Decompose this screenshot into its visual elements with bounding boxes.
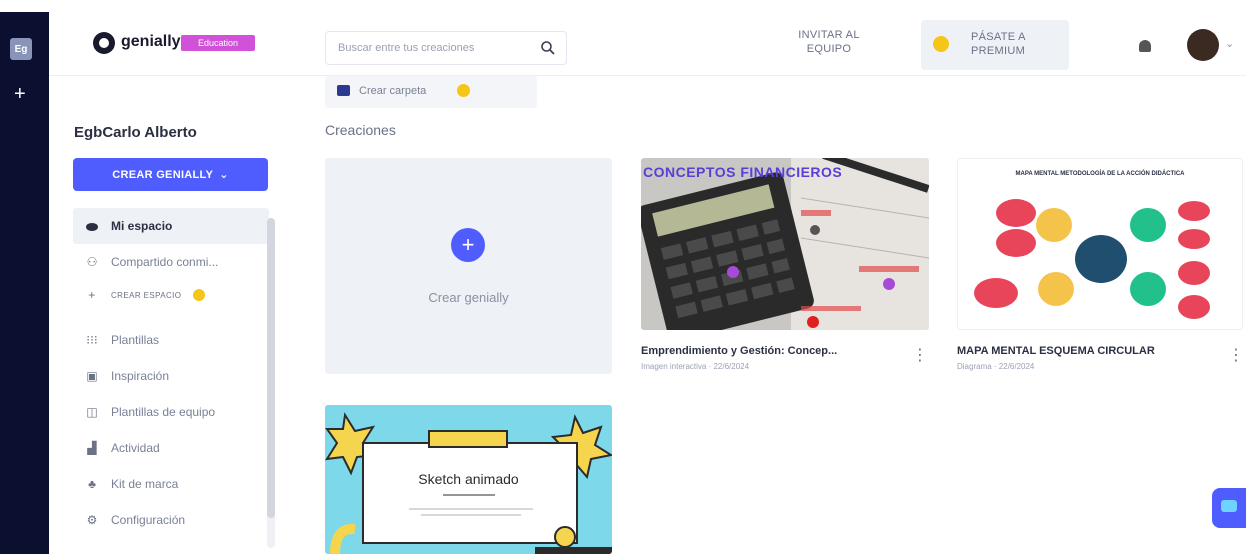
chart-icon: ▟ [87, 441, 97, 455]
invite-team-button[interactable]: INVITAR AL EQUIPO [784, 28, 874, 56]
sidebar-item-label: Configuración [111, 513, 186, 527]
sidebar-item-crear-espacio[interactable]: + CREAR ESPACIO [73, 280, 269, 310]
sidebar-item-actividad[interactable]: ▟ Actividad [73, 430, 269, 466]
invite-line2: EQUIPO [806, 43, 852, 55]
create-folder-label: Crear carpeta [359, 85, 427, 97]
plus-icon: + [451, 228, 485, 262]
creation-title[interactable]: Emprendimiento y Gestión: Concep... [641, 345, 901, 357]
more-options-icon[interactable]: ⋮ [1228, 348, 1244, 364]
create-genially-label: CREAR GENIALLY [112, 168, 214, 181]
brand-kit-icon: ♣ [88, 477, 96, 491]
sidebar-item-mi-espacio[interactable]: Mi espacio [73, 208, 269, 244]
search-input[interactable]: Buscar entre tus creaciones [325, 31, 567, 65]
creation-subtitle: Imagen interactiva · 22/6/2024 [641, 362, 750, 371]
star-icon [933, 36, 949, 52]
team-templates-icon: ◫ [86, 405, 98, 419]
sidebar-item-configuracion[interactable]: ⚙ Configuración [73, 502, 269, 538]
genially-logo-icon[interactable] [93, 32, 115, 54]
thumbnail-heading: CONCEPTOS FINANCIEROS [643, 164, 843, 180]
sidebar-item-label: CREAR ESPACIO [111, 290, 182, 300]
go-premium-button[interactable]: PÁSATE A PREMIUM [921, 20, 1069, 70]
add-workspace-icon[interactable]: + [14, 84, 26, 104]
plus-icon: + [88, 288, 96, 302]
sidebar-scroll-thumb[interactable] [267, 218, 275, 518]
sidebar-item-plantillas[interactable]: ⁝⁝⁝ Plantillas [73, 322, 269, 358]
premium-line1: PÁSATE A [971, 31, 1026, 43]
create-genially-button[interactable]: CREAR GENIALLY ⌄ [73, 158, 268, 191]
notification-bell-icon[interactable] [1139, 40, 1151, 52]
thumbnail-heading: MAPA MENTAL METODOLOGÍA DE LA ACCIÓN DID… [1015, 171, 1185, 177]
top-bar: genially Education Buscar entre tus crea… [49, 12, 1246, 76]
section-title: Creaciones [325, 122, 396, 138]
gear-icon: ⚙ [86, 513, 98, 527]
sidebar-item-kit-marca[interactable]: ♣ Kit de marca [73, 466, 269, 502]
user-name: EgbCarlo Alberto [74, 124, 197, 141]
search-icon[interactable] [540, 40, 556, 56]
sidebar-item-plantillas-equipo[interactable]: ◫ Plantillas de equipo [73, 394, 269, 430]
mind-map-diagram [974, 199, 1210, 319]
chat-support-icon[interactable] [1212, 488, 1246, 528]
premium-line2: PREMIUM [971, 45, 1026, 57]
sidebar-item-label: Plantillas de equipo [111, 405, 216, 419]
creation-thumbnail-financieros[interactable]: CONCEPTOS FINANCIEROS [641, 158, 929, 330]
people-icon: ⚇ [86, 255, 98, 269]
avatar[interactable] [1187, 29, 1219, 61]
creation-subtitle: Diagrama · 22/6/2024 [957, 362, 1035, 371]
sidebar-item-label: Kit de marca [111, 477, 179, 491]
cloud-icon [85, 219, 99, 233]
grid-icon: ⁝⁝⁝ [86, 333, 98, 347]
sidebar-nav: Mi espacio ⚇ Compartido conmi... + CREAR… [73, 208, 269, 538]
workspace-rail: Eg + [0, 12, 49, 554]
create-genially-card[interactable]: + Crear genially [325, 158, 612, 374]
folder-icon [337, 85, 350, 96]
sidebar-item-inspiracion[interactable]: ▣ Inspiración [73, 358, 269, 394]
sidebar-item-compartido[interactable]: ⚇ Compartido conmi... [73, 244, 269, 280]
thumbnail-heading: Sketch animado [418, 471, 519, 487]
invite-line1: INVITAR AL [798, 29, 860, 41]
sidebar-item-label: Inspiración [111, 369, 170, 383]
education-badge: Education [181, 35, 255, 51]
star-icon [193, 289, 206, 301]
workspace-badge[interactable]: Eg [10, 38, 32, 60]
sidebar-item-label: Mi espacio [111, 219, 173, 233]
creation-thumbnail-mapa-mental[interactable]: MAPA MENTAL METODOLOGÍA DE LA ACCIÓN DID… [957, 158, 1243, 330]
sidebar-item-label: Compartido conmi... [111, 255, 219, 269]
book-icon: ▣ [86, 369, 98, 383]
creation-thumbnail-sketch[interactable]: Sketch animado [325, 405, 612, 554]
sidebar-item-label: Plantillas [111, 333, 160, 347]
creation-title[interactable]: MAPA MENTAL ESQUEMA CIRCULAR [957, 345, 1217, 357]
premium-label: PÁSATE A PREMIUM [971, 30, 1026, 58]
sidebar-item-label: Actividad [111, 441, 160, 455]
chevron-down-icon[interactable]: ⌄ [1225, 37, 1234, 50]
logo-text[interactable]: genially [121, 33, 181, 51]
create-folder-button[interactable]: Crear carpeta [325, 76, 537, 108]
calculator-image [641, 158, 929, 330]
chevron-down-icon: ⌄ [219, 169, 229, 181]
more-options-icon[interactable]: ⋮ [912, 348, 928, 364]
star-icon [457, 84, 470, 97]
search-placeholder: Buscar entre tus creaciones [338, 42, 475, 54]
create-genially-card-label: Crear genially [428, 290, 509, 305]
sidebar: EgbCarlo Alberto CREAR GENIALLY ⌄ Mi esp… [49, 76, 276, 554]
